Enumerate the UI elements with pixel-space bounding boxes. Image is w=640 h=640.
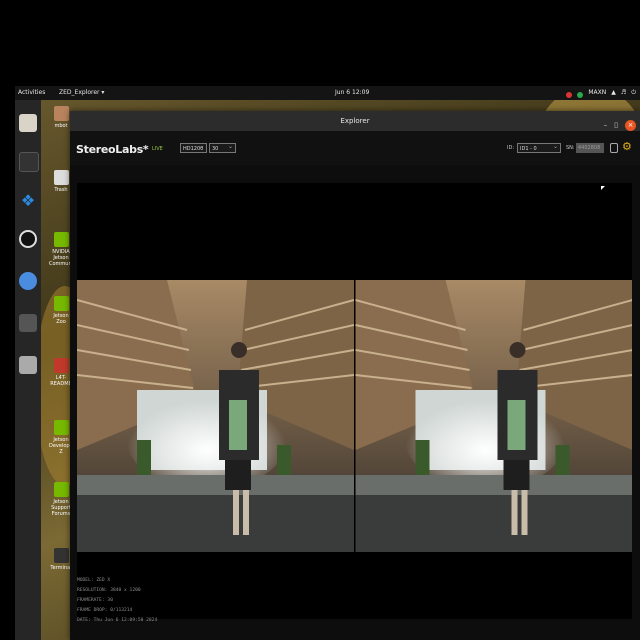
dock: ❖ bbox=[15, 100, 41, 640]
close-button[interactable]: × bbox=[625, 119, 636, 131]
camera-info-panel: MODEL: ZED X RESOLUTION: 3840 x 1200 FRA… bbox=[77, 576, 157, 626]
left-camera-view bbox=[77, 280, 355, 552]
app-icon[interactable] bbox=[19, 314, 37, 332]
atrium-image bbox=[77, 280, 355, 552]
nvidia-icon bbox=[53, 232, 69, 247]
serial-number-field[interactable]: 4402808 bbox=[576, 143, 604, 153]
id-label: ID: bbox=[507, 145, 515, 151]
nvidia-icon bbox=[53, 296, 69, 311]
trash-icon bbox=[53, 170, 69, 185]
update-icon[interactable] bbox=[566, 92, 573, 98]
info-resolution: RESOLUTION: 3840 x 1200 bbox=[77, 588, 141, 593]
activities-button[interactable]: Activities bbox=[18, 86, 45, 100]
system-tray[interactable]: MAXN ▲ ♬ ⏻ bbox=[566, 86, 636, 100]
desktop-icon-label: L4T-README bbox=[50, 375, 72, 387]
atrium-image bbox=[354, 280, 632, 552]
mouse-cursor bbox=[601, 186, 605, 190]
fps-select[interactable]: 30 bbox=[209, 142, 236, 153]
window-titlebar[interactable]: Explorer – ▯ × bbox=[70, 111, 640, 131]
info-date: DATE: Thu Jun 6 12:09:50 2024 bbox=[77, 618, 158, 623]
obs-icon[interactable] bbox=[19, 230, 37, 248]
power-icon[interactable]: ⏻ bbox=[631, 86, 636, 100]
folder-icon bbox=[53, 106, 69, 121]
desktop-icon-label: Jetson Zoo bbox=[53, 313, 69, 325]
nvidia-power-icon[interactable] bbox=[577, 92, 584, 98]
folder-icon bbox=[53, 358, 69, 373]
right-camera-view bbox=[354, 280, 632, 552]
chromium-icon[interactable] bbox=[19, 272, 37, 290]
info-model: MODEL: ZED X bbox=[77, 578, 111, 583]
app-menu[interactable]: ZED_Explorer ▾ bbox=[59, 86, 104, 100]
nvidia-icon bbox=[53, 420, 69, 435]
explorer-window: Explorer – ▯ × StereoLabs* LIVE HD1200 3… bbox=[70, 111, 640, 640]
info-framerate: FRAMERATE: 30 bbox=[77, 598, 113, 603]
drive-icon[interactable] bbox=[19, 356, 37, 374]
volume-icon[interactable]: ♬ bbox=[621, 86, 626, 100]
stereolabs-logo: StereoLabs* bbox=[76, 143, 149, 156]
camera-id-select[interactable]: ID1 - 0 bbox=[517, 142, 561, 153]
stereo-view bbox=[77, 280, 632, 552]
files-icon[interactable] bbox=[19, 114, 37, 132]
record-icon[interactable] bbox=[610, 143, 618, 153]
desktop-icon-label: Trash bbox=[54, 187, 68, 193]
vscode-icon[interactable]: ❖ bbox=[19, 192, 37, 210]
network-icon[interactable]: ▲ bbox=[611, 86, 616, 100]
app-toolbar: StereoLabs* LIVE HD1200 30 ID: ID1 - 0 S… bbox=[70, 131, 640, 165]
terminal-icon bbox=[53, 548, 69, 563]
clock[interactable]: Jun 6 12:09 bbox=[335, 86, 369, 100]
terminal-icon[interactable] bbox=[19, 152, 39, 172]
window-title: Explorer bbox=[340, 117, 370, 125]
info-frame-drop: FRAME DROP: 0/113214 bbox=[77, 608, 133, 613]
desktop-screen: Activities ZED_Explorer ▾ Jun 6 12:09 MA… bbox=[15, 86, 640, 640]
video-viewport[interactable] bbox=[77, 183, 632, 619]
desktop-icon-label: Terminal bbox=[50, 565, 72, 571]
nvidia-icon bbox=[53, 482, 69, 497]
desktop-icon-label: mbot bbox=[54, 123, 68, 129]
top-bar: Activities ZED_Explorer ▾ Jun 6 12:09 MA… bbox=[15, 86, 640, 100]
live-badge: LIVE bbox=[152, 146, 163, 152]
desktop-icon-label: Jetson Support Forums bbox=[51, 499, 71, 517]
gear-icon[interactable]: ⚙ bbox=[622, 141, 632, 153]
power-mode-label[interactable]: MAXN bbox=[588, 86, 606, 100]
sn-label: SN: bbox=[566, 145, 575, 151]
resolution-select[interactable]: HD1200 bbox=[180, 142, 207, 153]
